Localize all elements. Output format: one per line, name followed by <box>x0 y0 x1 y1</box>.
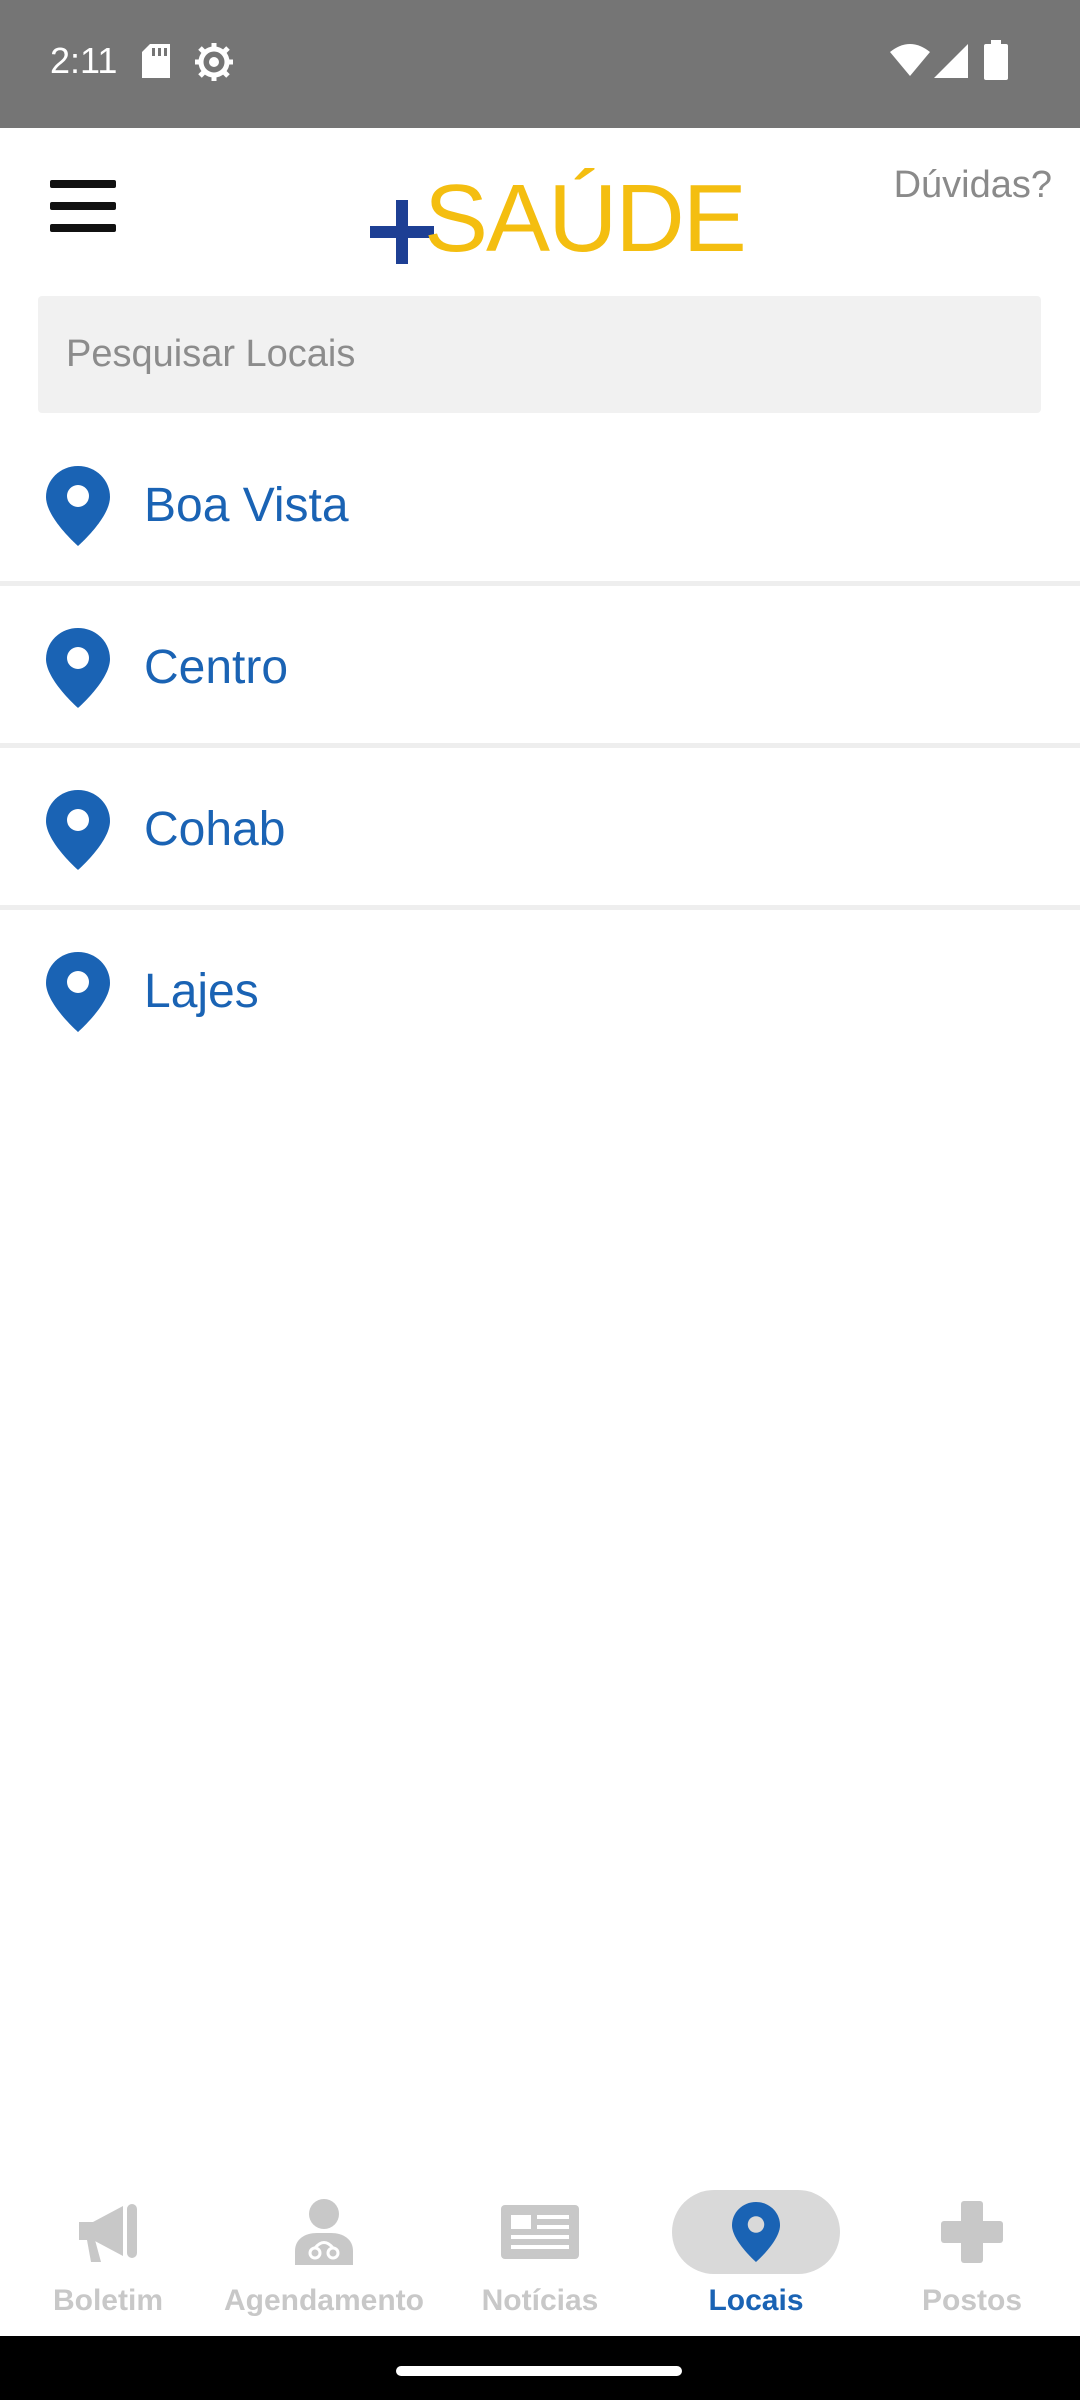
help-link[interactable]: Dúvidas? <box>894 164 1052 207</box>
menu-line-icon <box>50 180 116 188</box>
system-gesture-area <box>0 2336 1080 2400</box>
nav-item-noticias[interactable]: Notícias <box>432 2170 648 2336</box>
megaphone-icon <box>79 2204 137 2262</box>
logo-text: SAÚDE <box>424 165 747 272</box>
cell-signal-icon <box>934 44 968 83</box>
app-header: SAÚDE Dúvidas? <box>0 128 1080 290</box>
map-pin-icon <box>46 952 110 1032</box>
location-item-boa-vista[interactable]: Boa Vista <box>0 424 1080 586</box>
nav-icon-container <box>456 2190 624 2274</box>
status-bar: 2:11 <box>0 0 1080 128</box>
nav-icon-container <box>24 2190 192 2274</box>
bottom-navigation: Boletim Agendamento Notícias Locais Post… <box>0 2170 1080 2336</box>
medical-cross-icon <box>941 2201 1003 2263</box>
location-item-cohab[interactable]: Cohab <box>0 748 1080 910</box>
app-logo: SAÚDE <box>370 158 747 272</box>
nav-item-agendamento[interactable]: Agendamento <box>216 2170 432 2336</box>
nav-item-locais[interactable]: Locais <box>648 2170 864 2336</box>
nav-label: Locais <box>708 2284 804 2317</box>
map-pin-icon <box>732 2202 780 2262</box>
nav-icon-container <box>672 2190 840 2274</box>
status-time: 2:11 <box>50 40 118 81</box>
nav-label: Postos <box>921 2284 1023 2317</box>
location-label: Cohab <box>144 803 286 856</box>
hamburger-menu-button[interactable] <box>50 180 120 240</box>
app-screen: 2:11 SAÚDE Dúvidas? Pesquisar Locais Boa… <box>0 0 1080 2400</box>
battery-icon <box>984 40 1008 85</box>
gesture-handle[interactable] <box>396 2366 682 2376</box>
search-box <box>38 296 1041 413</box>
nav-item-boletim[interactable]: Boletim <box>0 2170 216 2336</box>
location-label: Centro <box>144 641 289 694</box>
nav-icon-container <box>240 2190 408 2274</box>
nav-item-postos[interactable]: Postos <box>864 2170 1080 2336</box>
map-pin-icon <box>46 790 110 870</box>
nav-label: Agendamento <box>223 2284 424 2317</box>
menu-line-icon <box>50 224 116 232</box>
nav-label: Boletim <box>52 2284 163 2317</box>
map-pin-icon <box>46 628 110 708</box>
location-item-centro[interactable]: Centro <box>0 586 1080 748</box>
location-label: Boa Vista <box>144 479 349 532</box>
locations-list: Boa Vista Centro Cohab Lajes <box>0 424 1080 1072</box>
nav-label: Notícias <box>481 2284 599 2317</box>
wifi-icon <box>890 44 930 81</box>
settings-gear-icon <box>194 42 234 87</box>
location-item-lajes[interactable]: Lajes <box>0 910 1080 1072</box>
search-input[interactable] <box>38 296 1041 413</box>
newspaper-icon <box>501 2205 579 2259</box>
sd-card-icon <box>142 44 170 83</box>
menu-line-icon <box>50 202 116 210</box>
location-label: Lajes <box>144 965 259 1018</box>
doctor-icon <box>295 2199 353 2265</box>
nav-icon-container <box>888 2190 1056 2274</box>
map-pin-icon <box>46 466 110 546</box>
